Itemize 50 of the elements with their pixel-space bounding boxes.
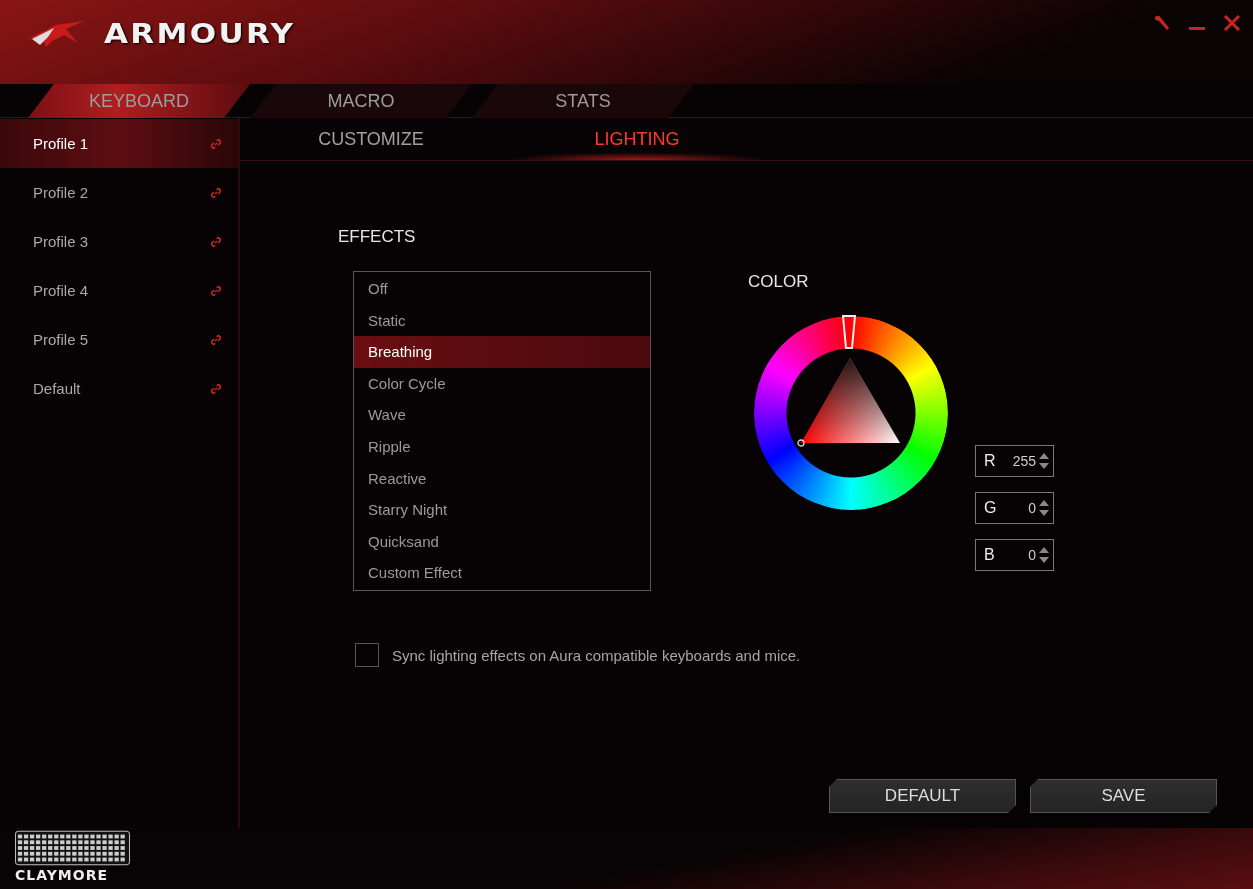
profile-item[interactable]: Profile 5 — [0, 315, 238, 364]
hue-marker[interactable] — [842, 315, 856, 349]
app-title: ARMOURY — [104, 17, 296, 49]
link-icon — [210, 186, 222, 199]
spinner-arrows-icon[interactable] — [1038, 498, 1050, 518]
color-handle[interactable] — [797, 439, 805, 447]
effect-item[interactable]: Reactive — [354, 462, 650, 495]
effect-item[interactable]: Breathing — [354, 336, 650, 368]
action-button[interactable]: SAVE — [1030, 779, 1217, 813]
profile-item[interactable]: Profile 1 — [0, 119, 238, 168]
effect-item[interactable]: Starry Night — [354, 494, 650, 526]
channel-value-input[interactable]: 255 — [1000, 453, 1036, 469]
close-button[interactable] — [1223, 14, 1241, 32]
keyboard-icon — [15, 830, 130, 866]
effect-item[interactable]: Off — [354, 273, 650, 305]
profile-item[interactable]: Profile 2 — [0, 168, 238, 217]
link-icon — [210, 382, 222, 395]
profile-item[interactable]: Profile 3 — [0, 217, 238, 266]
spinner-arrows-icon[interactable] — [1038, 545, 1050, 565]
sub-tab[interactable]: CUSTOMIZE — [240, 118, 502, 160]
close-icon — [1223, 14, 1241, 32]
section-heading: COLOR — [748, 272, 809, 292]
action-button[interactable]: DEFAULT — [829, 779, 1016, 813]
sync-label: Sync lighting effects on Aura compatible keyboards and mice. — [392, 646, 801, 664]
channel-value-input[interactable]: 0 — [1000, 500, 1036, 516]
sync-checkbox[interactable] — [355, 643, 379, 667]
main-tab[interactable]: MACRO — [250, 84, 472, 118]
section-heading: EFFECTS — [338, 227, 416, 247]
main-tab[interactable]: STATS — [472, 84, 694, 118]
effect-item[interactable]: Ripple — [354, 430, 650, 463]
link-icon — [210, 333, 222, 346]
spinner-arrows-icon[interactable] — [1038, 451, 1050, 471]
wrench-icon — [1153, 14, 1171, 32]
effect-item[interactable]: Static — [354, 304, 650, 337]
effect-item[interactable]: Custom Effect — [354, 557, 650, 589]
settings-button[interactable] — [1153, 14, 1171, 32]
effect-item[interactable]: Quicksand — [354, 525, 650, 558]
link-icon — [210, 284, 222, 297]
effect-item[interactable]: Color Cycle — [354, 367, 650, 400]
device-name: CLAYMORE — [15, 867, 108, 883]
profile-item[interactable]: Default — [0, 364, 238, 413]
profile-item[interactable]: Profile 4 — [0, 266, 238, 315]
channel-label: G — [984, 499, 998, 517]
channel-label: R — [984, 452, 997, 470]
channel-label: B — [984, 546, 996, 564]
link-icon — [210, 235, 222, 248]
effect-item[interactable]: Wave — [354, 399, 650, 431]
minimize-icon — [1189, 26, 1205, 30]
link-icon — [210, 137, 222, 150]
channel-value-input[interactable]: 0 — [1000, 547, 1036, 563]
